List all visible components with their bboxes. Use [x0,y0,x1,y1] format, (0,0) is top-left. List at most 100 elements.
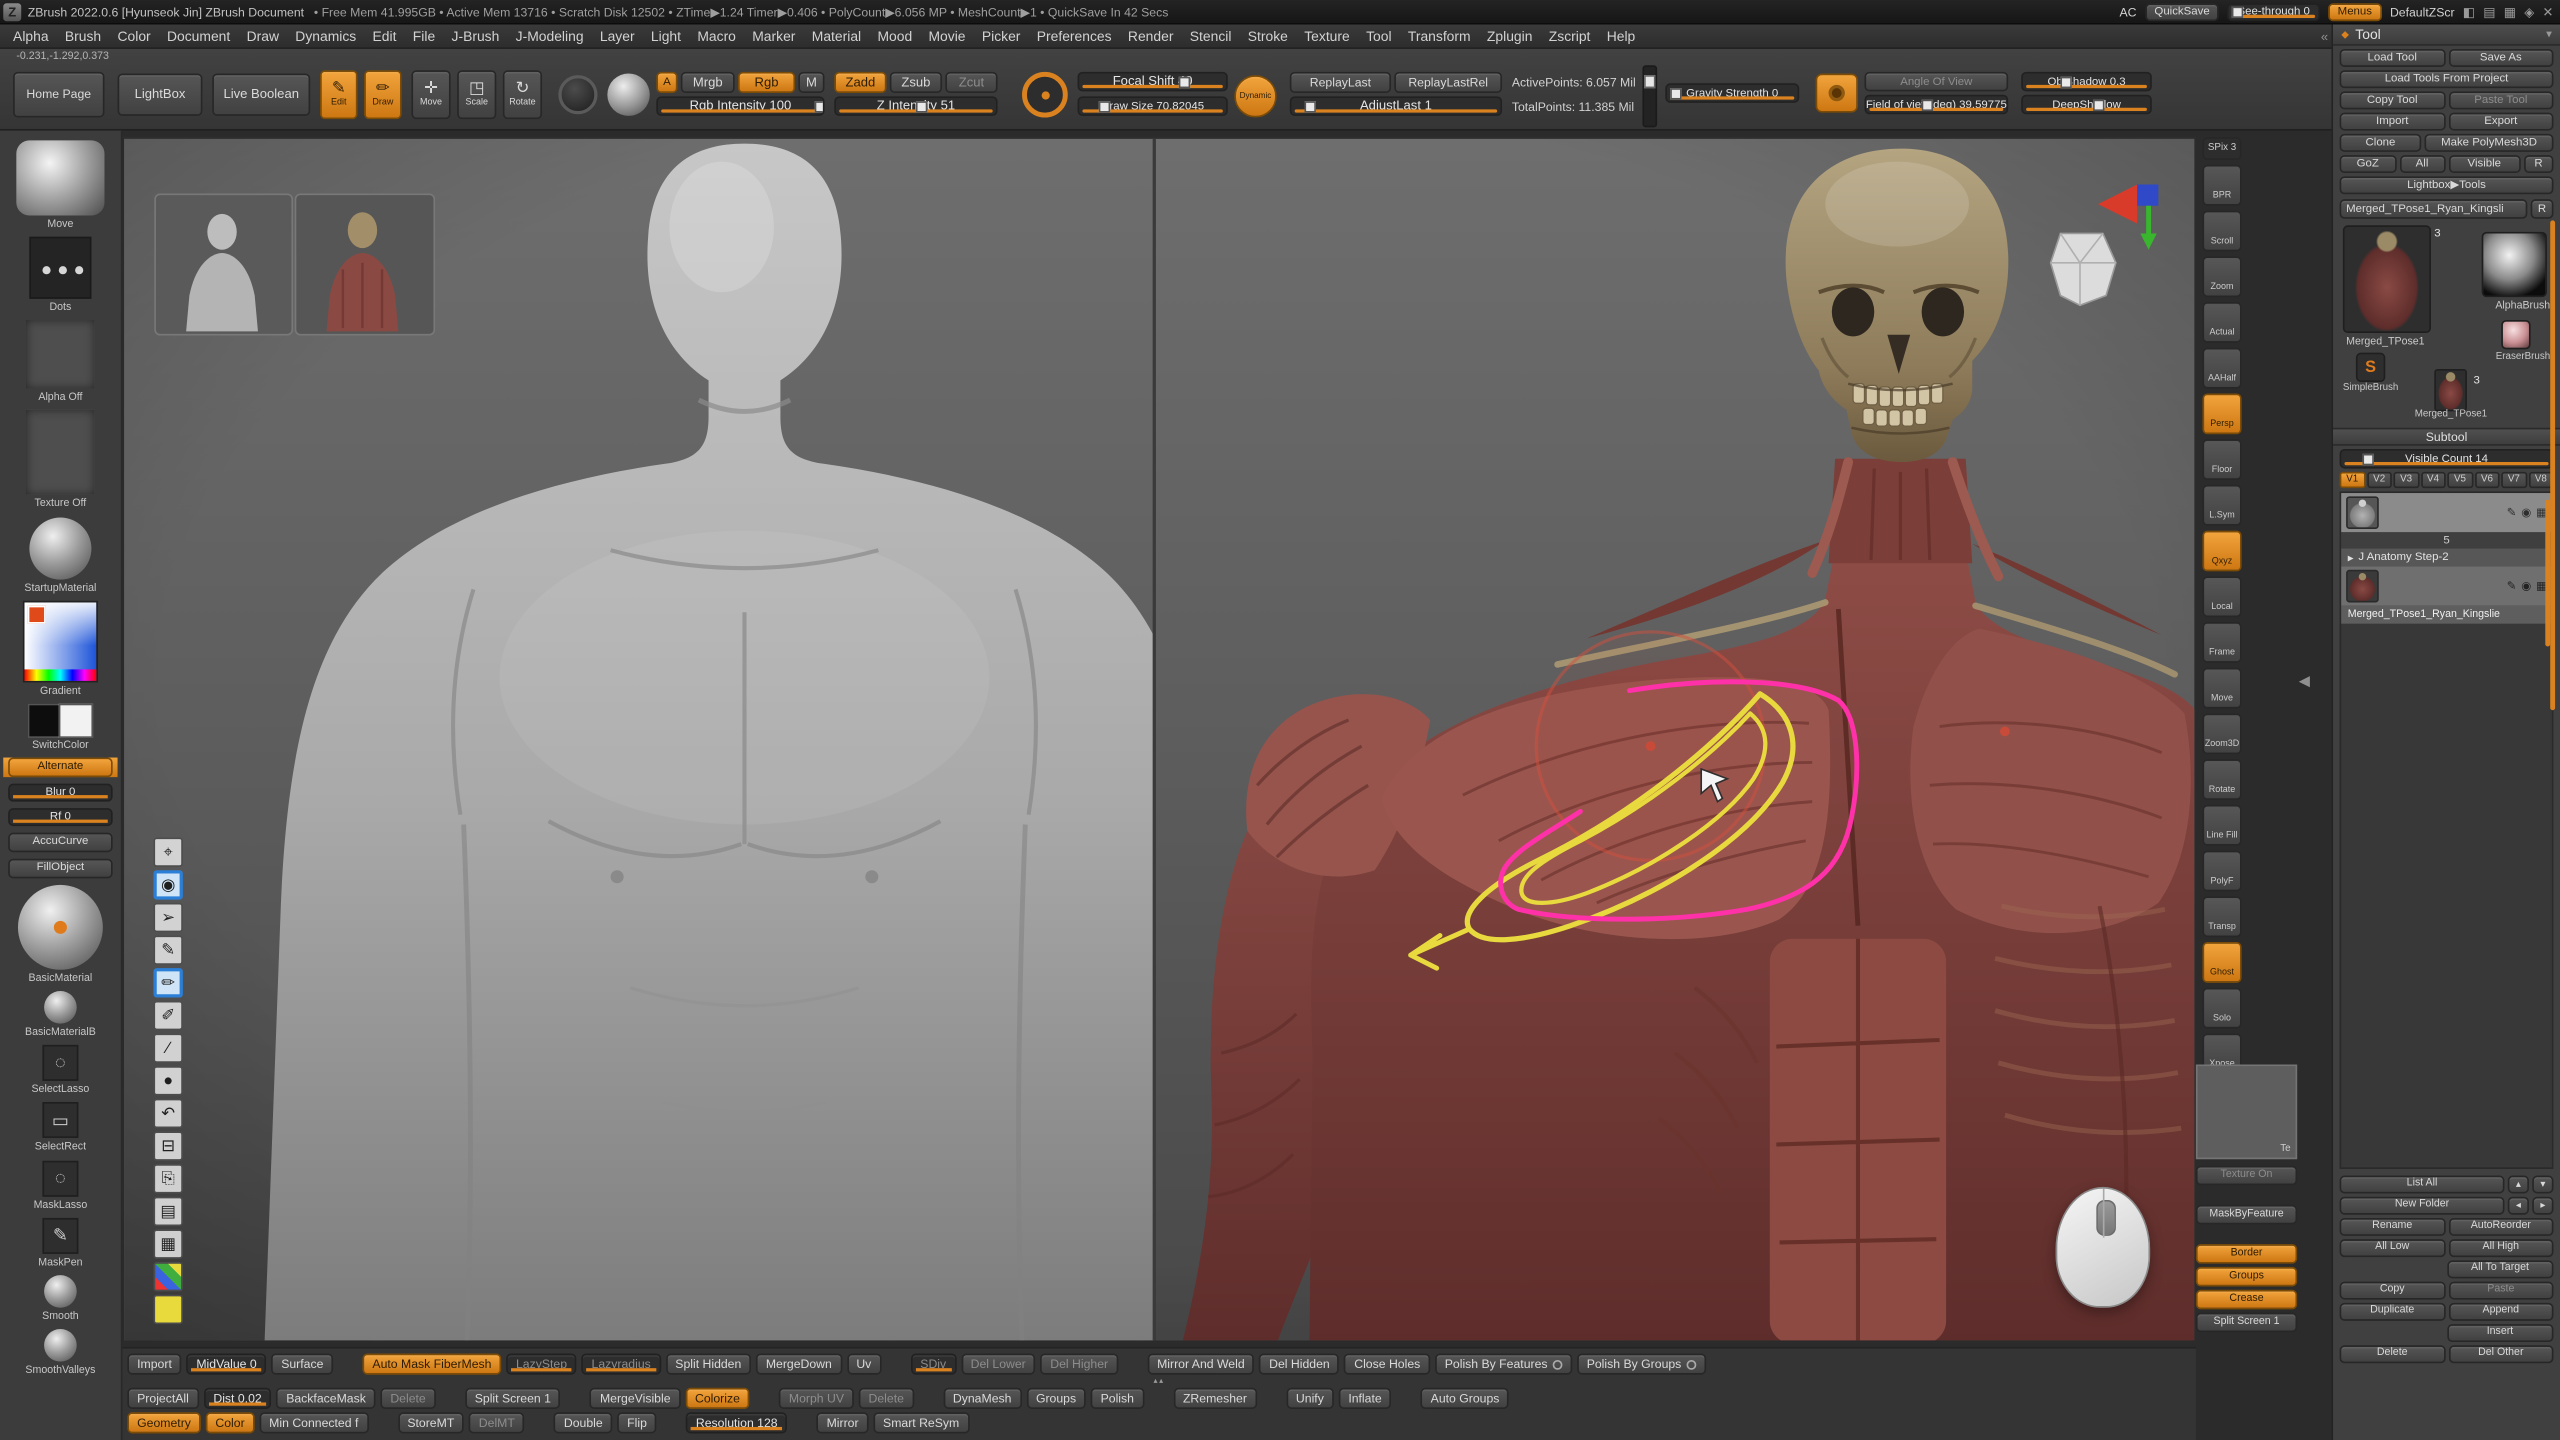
dock-button[interactable]: Close Holes [1344,1353,1430,1374]
insert-button[interactable]: Insert [2447,1324,2554,1342]
tray-item[interactable]: SwitchColor [3,703,117,751]
tray-item[interactable]: Alternate [3,758,117,778]
dock-button[interactable]: Auto Groups [1421,1388,1509,1409]
menu-item[interactable]: Texture [1304,28,1350,44]
tray-item[interactable]: Dots [3,237,117,314]
menu-item[interactable]: Color [117,28,150,44]
dock-button[interactable]: Unify [1286,1388,1334,1409]
rename-button[interactable]: Rename [2340,1218,2445,1236]
adjust-last-slider[interactable]: AdjustLast 1 [1290,96,1502,116]
scale-mode-button[interactable]: ◳Scale [457,70,496,119]
mask-by-feature-button[interactable]: MaskByFeature [2196,1205,2297,1225]
dock-button[interactable]: Polish [1091,1388,1144,1409]
dock-button[interactable]: Polish By Features [1435,1353,1572,1374]
folder-left-button[interactable]: ◂ [2508,1197,2529,1215]
delete-subtool-button[interactable]: Delete [2340,1345,2445,1363]
pen-icon[interactable]: ✎ [153,936,182,965]
right-shelf-button[interactable]: BPR [2202,165,2241,206]
import-button[interactable]: Import [2340,113,2445,131]
dock-button[interactable]: Geometry [127,1412,200,1433]
menu-item[interactable]: Document [167,28,230,44]
notes-icon[interactable]: ▤ [153,1197,182,1226]
menu-item[interactable]: Dynamics [295,28,356,44]
tray-item[interactable]: StartupMaterial [3,517,117,594]
lightbox-tools-button[interactable]: Lightbox▶Tools [2340,176,2554,194]
goz-button[interactable]: GoZ [2340,155,2396,173]
append-button[interactable]: Append [2448,1303,2553,1321]
right-shelf-button[interactable]: Frame [2202,622,2241,663]
goz-all-button[interactable]: All [2399,155,2445,173]
rgb-intensity-slider[interactable]: Rgb Intensity 100 [656,96,824,116]
z-intensity-slider[interactable]: Z Intensity 51 [834,96,997,116]
visible-count-slider[interactable]: Visible Count 14 [2340,449,2554,469]
move-up-button[interactable]: ▴ [2508,1176,2529,1194]
subtool-version-tab[interactable]: V6 [2474,472,2499,488]
recent-tool-thumbnail[interactable] [2434,369,2467,411]
dock-button[interactable]: Delete [381,1388,436,1409]
menu-item[interactable]: Render [1128,28,1174,44]
dock-button[interactable]: Del Lower [961,1353,1036,1374]
brush-preview-circle[interactable] [558,75,597,114]
new-folder-button[interactable]: New Folder [2340,1197,2505,1215]
dock-button[interactable]: Import [127,1353,181,1374]
dock-button[interactable]: Mirror And Weld [1147,1353,1254,1374]
menu-item[interactable]: File [413,28,435,44]
focal-shift-slider[interactable]: Focal Shift 40 [1078,72,1228,92]
m-button[interactable]: M [798,72,824,93]
tray-item[interactable]: Blur 0 [3,784,117,802]
right-shelf-button[interactable]: Floor [2202,439,2241,480]
menu-item[interactable]: Picker [982,28,1021,44]
layout-d-icon[interactable]: ◈ [2524,4,2534,19]
subtool-version-tab[interactable]: V1 [2340,472,2365,488]
tray-item[interactable]: MaskLasso [3,1160,117,1211]
active-tool-thumbnail[interactable] [2343,225,2431,333]
subtool-header[interactable]: Subtool [2333,428,2560,446]
layout-c-icon[interactable]: ▦ [2504,4,2516,19]
dock-button[interactable]: Split Screen 1 [465,1388,561,1409]
make-polymesh3d-button[interactable]: Make PolyMesh3D [2425,134,2554,152]
subtool-row-selected[interactable]: ✎ ◉ ▦ [2341,567,2552,606]
split-screen-button[interactable]: Split Screen 1 [2196,1313,2297,1333]
dock-button[interactable]: BackfaceMask [276,1388,375,1409]
tray-item[interactable]: BasicMaterial [3,885,117,985]
deep-shadow-slider[interactable]: DeepShadow [2021,95,2152,115]
live-boolean-button[interactable]: Live Boolean [212,73,310,115]
paint-icon[interactable]: ✎ [2507,580,2517,593]
lightbox-button[interactable]: LightBox [118,73,203,115]
crease-button[interactable]: Crease [2196,1290,2297,1310]
tray-item[interactable]: Move [3,140,117,230]
select-arrow-icon[interactable]: ➢ [153,903,182,932]
dock-button[interactable]: StoreMT [398,1412,465,1433]
menu-item[interactable]: Marker [752,28,795,44]
menu-item[interactable]: Light [651,28,681,44]
menu-collapse-icon[interactable]: « [2321,29,2328,44]
clone-button[interactable]: Clone [2340,134,2422,152]
mrgb-button[interactable]: Mrgb [681,72,735,93]
menu-item[interactable]: Help [1607,28,1636,44]
all-to-target-button[interactable]: All To Target [2447,1260,2554,1278]
right-shelf-button[interactable]: Line Fill [2202,805,2241,846]
zcut-button[interactable]: Zcut [945,72,997,93]
right-shelf-button[interactable]: PolyF [2202,851,2241,892]
rotate-mode-button[interactable]: ↻Rotate [503,70,542,119]
edit-mode-button[interactable]: ✎Edit [320,70,358,119]
tray-item[interactable]: AccuCurve [3,833,117,853]
dock-button[interactable]: Delete [859,1388,914,1409]
dock-button[interactable]: Color [206,1412,255,1433]
texture-preview-box[interactable]: Te [2196,1064,2297,1159]
dock-button[interactable]: Uv [847,1353,882,1374]
copy-tool-button[interactable]: Copy Tool [2340,91,2445,109]
pencil-icon[interactable]: ✏ [153,968,182,997]
draw-mode-button[interactable]: ✏Draw [364,70,402,119]
right-shelf-button[interactable]: Rotate [2202,759,2241,800]
alpha-brush-thumbnail[interactable] [2482,232,2547,297]
tray-item[interactable]: MaskPen [3,1217,117,1268]
palette-icon[interactable]: ▩ [153,1262,182,1291]
dock-button[interactable]: Flip [617,1412,656,1433]
dock-button[interactable]: Morph UV [779,1388,854,1409]
tool-panel-header[interactable]: ◆ Tool ▾ [2333,24,2560,45]
dock-button[interactable]: Surface [271,1353,333,1374]
subtool-folder-row[interactable]: ▸ J Anatomy Step-2 [2341,549,2552,567]
document-canvas[interactable]: ⌖◉➢✎✏✐∕●↶⊟⎘▤▦▩■ [122,137,2195,1342]
locator-icon[interactable]: ⌖ [153,838,182,867]
